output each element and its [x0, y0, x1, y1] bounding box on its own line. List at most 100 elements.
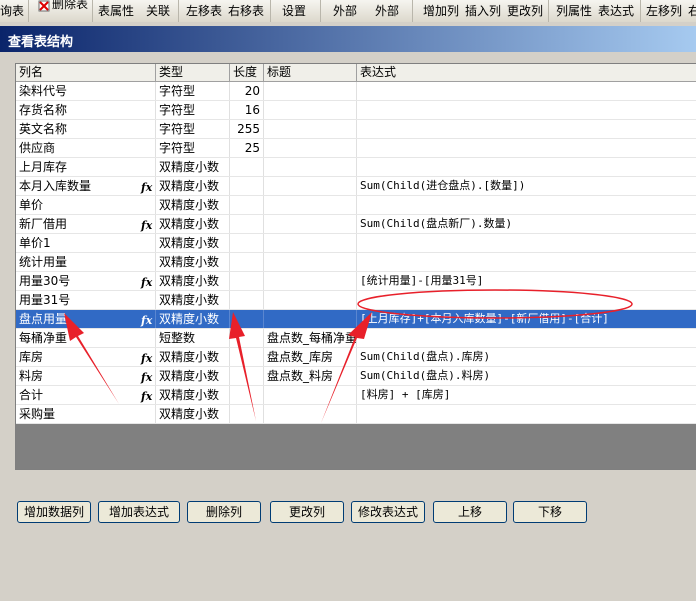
cell-expr[interactable]: [统计用量]-[用量31号]: [357, 272, 696, 290]
cell-length[interactable]: [230, 215, 264, 233]
table-row[interactable]: 合计 fx 双精度小数 [料房] + [库房]: [16, 386, 696, 405]
cell-length[interactable]: 25: [230, 139, 264, 157]
cell-type[interactable]: 双精度小数: [156, 310, 230, 328]
cell-length[interactable]: [230, 310, 264, 328]
cell-expr[interactable]: [上月库存]+[本月入库数量]-[新厂借用]-[合计]: [357, 310, 696, 328]
table-row[interactable]: 统计用量 双精度小数: [16, 253, 696, 272]
cell-caption[interactable]: [264, 101, 357, 119]
table-row[interactable]: 库房 fx 双精度小数 盘点数_库房 Sum(Child(盘点).库房): [16, 348, 696, 367]
cell-name[interactable]: 英文名称: [16, 120, 156, 138]
cell-type[interactable]: 字符型: [156, 82, 230, 100]
cell-type[interactable]: 双精度小数: [156, 158, 230, 176]
cell-type[interactable]: 双精度小数: [156, 272, 230, 290]
cell-name[interactable]: 单价1: [16, 234, 156, 252]
cell-type[interactable]: 双精度小数: [156, 367, 230, 385]
cell-name[interactable]: 本月入库数量 fx: [16, 177, 156, 195]
cell-expr[interactable]: [357, 139, 696, 157]
cell-name[interactable]: 采购量: [16, 405, 156, 423]
cell-type[interactable]: 双精度小数: [156, 196, 230, 214]
cell-name[interactable]: 上月库存: [16, 158, 156, 176]
cell-type[interactable]: 字符型: [156, 139, 230, 157]
cell-caption[interactable]: [264, 158, 357, 176]
cell-length[interactable]: [230, 405, 264, 423]
toolbar-table-properties[interactable]: 表属性: [98, 3, 134, 19]
cell-expr[interactable]: [料房] + [库房]: [357, 386, 696, 404]
dialog-title-bar[interactable]: 查看表结构: [0, 26, 696, 52]
toolbar-move-table-left[interactable]: 左移表: [186, 3, 222, 19]
cell-type[interactable]: 短整数: [156, 329, 230, 347]
cell-expr[interactable]: [357, 291, 696, 309]
toolbar-relations[interactable]: 关联: [146, 3, 170, 19]
cell-expr[interactable]: Sum(Child(盘点).库房): [357, 348, 696, 366]
toolbar-move-column-right[interactable]: 右移: [688, 3, 696, 19]
structure-grid[interactable]: 列名 类型 长度 标题 表达式 染料代号 字符型 20 存货名称 字符型 16 英文名称 字符…: [15, 63, 696, 470]
cell-length[interactable]: 255: [230, 120, 264, 138]
toolbar-expression[interactable]: 表达式: [598, 3, 634, 19]
toolbar-add-column[interactable]: 增加列: [423, 3, 459, 19]
cell-expr[interactable]: [357, 253, 696, 271]
cell-type[interactable]: 字符型: [156, 101, 230, 119]
cell-type[interactable]: 双精度小数: [156, 348, 230, 366]
table-row[interactable]: 用量30号 fx 双精度小数 [统计用量]-[用量31号]: [16, 272, 696, 291]
toolbar-delete-table[interactable]: 删除表: [52, 0, 88, 12]
cell-caption[interactable]: [264, 120, 357, 138]
toolbar-column-properties[interactable]: 列属性: [556, 3, 592, 19]
cell-length[interactable]: [230, 196, 264, 214]
cell-caption[interactable]: [264, 405, 357, 423]
toolbar-settings[interactable]: 设置: [282, 3, 306, 19]
cell-type[interactable]: 字符型: [156, 120, 230, 138]
cell-name[interactable]: 合计 fx: [16, 386, 156, 404]
table-row[interactable]: 用量31号 双精度小数: [16, 291, 696, 310]
cell-caption[interactable]: [264, 234, 357, 252]
column-header-caption[interactable]: 标题: [264, 64, 357, 81]
table-row[interactable]: 英文名称 字符型 255: [16, 120, 696, 139]
cell-name[interactable]: 盘点用量 fx: [16, 310, 156, 328]
cell-type[interactable]: 双精度小数: [156, 177, 230, 195]
table-row[interactable]: 每桶净重 短整数 盘点数_每桶净重: [16, 329, 696, 348]
cell-length[interactable]: [230, 234, 264, 252]
cell-length[interactable]: [230, 386, 264, 404]
table-row[interactable]: 染料代号 字符型 20: [16, 82, 696, 101]
cell-name[interactable]: 供应商: [16, 139, 156, 157]
toolbar-external-1[interactable]: 外部: [333, 3, 357, 19]
cell-length[interactable]: [230, 158, 264, 176]
table-row[interactable]: 料房 fx 双精度小数 盘点数_料房 Sum(Child(盘点).料房): [16, 367, 696, 386]
cell-name[interactable]: 用量30号 fx: [16, 272, 156, 290]
move-down-button[interactable]: 下移: [513, 501, 587, 523]
column-header-name[interactable]: 列名: [16, 64, 156, 81]
toolbar-change-column[interactable]: 更改列: [507, 3, 543, 19]
cell-type[interactable]: 双精度小数: [156, 215, 230, 233]
cell-expr[interactable]: [357, 329, 696, 347]
column-header-expression[interactable]: 表达式: [357, 64, 696, 81]
table-row[interactable]: 上月库存 双精度小数: [16, 158, 696, 177]
cell-name[interactable]: 单价: [16, 196, 156, 214]
cell-length[interactable]: [230, 367, 264, 385]
cell-expr[interactable]: [357, 234, 696, 252]
cell-length[interactable]: 20: [230, 82, 264, 100]
cell-caption[interactable]: [264, 139, 357, 157]
cell-caption[interactable]: 盘点数_料房: [264, 367, 357, 385]
cell-length[interactable]: [230, 291, 264, 309]
cell-caption[interactable]: 盘点数_每桶净重: [264, 329, 357, 347]
cell-name[interactable]: 每桶净重: [16, 329, 156, 347]
cell-caption[interactable]: [264, 253, 357, 271]
toolbar-query-table[interactable]: 询表: [0, 3, 24, 19]
table-row[interactable]: 盘点用量 fx 双精度小数 [上月库存]+[本月入库数量]-[新厂借用]-[合计]: [16, 310, 696, 329]
toolbar-move-column-left[interactable]: 左移列: [646, 3, 682, 19]
cell-name[interactable]: 统计用量: [16, 253, 156, 271]
cell-caption[interactable]: [264, 386, 357, 404]
cell-caption[interactable]: [264, 196, 357, 214]
cell-expr[interactable]: Sum(Child(进仓盘点).[数量]): [357, 177, 696, 195]
cell-caption[interactable]: [264, 272, 357, 290]
table-row[interactable]: 供应商 字符型 25: [16, 139, 696, 158]
toolbar-external-2[interactable]: 外部: [375, 3, 399, 19]
delete-column-button[interactable]: 删除列: [187, 501, 261, 523]
table-row[interactable]: 本月入库数量 fx 双精度小数 Sum(Child(进仓盘点).[数量]): [16, 177, 696, 196]
toolbar-move-table-right[interactable]: 右移表: [228, 3, 264, 19]
move-up-button[interactable]: 上移: [433, 501, 507, 523]
cell-type[interactable]: 双精度小数: [156, 253, 230, 271]
change-column-button[interactable]: 更改列: [270, 501, 344, 523]
toolbar-insert-column[interactable]: 插入列: [465, 3, 501, 19]
cell-length[interactable]: [230, 272, 264, 290]
cell-type[interactable]: 双精度小数: [156, 386, 230, 404]
